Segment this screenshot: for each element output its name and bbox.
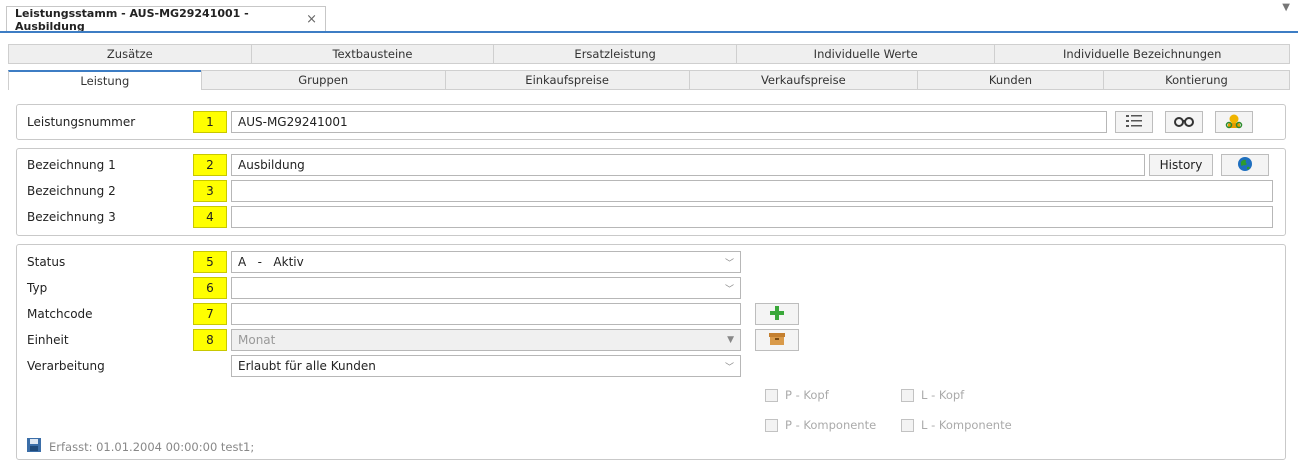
leistungsnummer-label: Leistungsnummer <box>27 115 136 129</box>
einheit-value: Monat <box>238 333 276 347</box>
leistungsnummer-input[interactable]: AUS-MG29241001 <box>231 111 1107 133</box>
tab-kontierung[interactable]: Kontierung <box>1103 70 1291 90</box>
bezeichnung-3-label: Bezeichnung 3 <box>27 210 116 224</box>
group-bezeichnungen: Bezeichnung 1 2 Ausbildung History Bezei… <box>16 148 1286 236</box>
tab-leistung[interactable]: Leistung <box>8 70 201 90</box>
globe-icon <box>1237 156 1253 175</box>
close-icon[interactable]: × <box>306 12 317 27</box>
typ-label: Typ <box>27 281 48 295</box>
document-tab-title: Leistungsstamm - AUS-MG29241001 - Ausbil… <box>15 6 249 33</box>
units-button[interactable] <box>755 329 799 351</box>
field-number-badge: 8 <box>193 329 227 351</box>
field-number-badge: 3 <box>193 180 227 202</box>
status-value: A - Aktiv <box>238 255 304 269</box>
row-bezeichnung-3: Bezeichnung 3 4 <box>17 206 1285 228</box>
checkbox-l-kopf[interactable]: L - Kopf <box>901 388 964 402</box>
tab-individuelle-bezeichnungen[interactable]: Individuelle Bezeichnungen <box>994 44 1291 64</box>
row-bezeichnung-2: Bezeichnung 2 3 <box>17 180 1285 202</box>
row-matchcode: Matchcode 7 <box>17 303 799 325</box>
row-leistungsnummer: Leistungsnummer 1 AUS-MG29241001 <box>17 111 1285 133</box>
save-icon <box>27 438 41 455</box>
bezeichnung-3-input[interactable] <box>231 206 1273 228</box>
matchcode-input[interactable] <box>231 303 741 325</box>
status-label: Status <box>27 255 66 269</box>
typ-select[interactable]: ﹀ <box>231 277 741 299</box>
checkbox-box <box>765 388 778 402</box>
dropdown-triangle-icon: ▼ <box>727 335 734 345</box>
checkbox-p-kopf[interactable]: P - Kopf <box>765 388 829 402</box>
bezeichnung-1-label: Bezeichnung 1 <box>27 158 116 172</box>
matchcode-label: Matchcode <box>27 307 93 321</box>
status-select[interactable]: A - Aktiv ﹀ <box>231 251 741 273</box>
chevron-down-icon: ﹀ <box>724 284 734 295</box>
chevron-down-icon: ﹀ <box>724 362 734 373</box>
search-button[interactable] <box>1165 111 1203 133</box>
tab-verkaufspreise[interactable]: Verkaufspreise <box>688 70 917 90</box>
footer-status: Erfasst: 01.01.2004 00:00:00 test1; <box>27 438 254 455</box>
checkbox-l-komponente-label: L - Komponente <box>921 418 1012 432</box>
checkbox-p-komponente[interactable]: P - Komponente <box>765 418 876 432</box>
translate-button[interactable] <box>1221 154 1269 176</box>
einheit-label: Einheit <box>27 333 69 347</box>
row-typ: Typ 6 ﹀ <box>17 277 741 299</box>
tab-row-bottom: Leistung Gruppen Einkaufspreise Verkaufs… <box>8 70 1291 90</box>
field-number-badge: 2 <box>193 154 227 176</box>
row-status: Status 5 A - Aktiv ﹀ <box>17 251 741 273</box>
checkbox-l-komponente[interactable]: L - Komponente <box>901 418 1012 432</box>
history-button[interactable]: History <box>1149 154 1213 176</box>
verarbeitung-select[interactable]: Erlaubt für alle Kunden ﹀ <box>231 355 741 377</box>
bezeichnung-2-input[interactable] <box>231 180 1273 202</box>
list-button[interactable] <box>1115 111 1153 133</box>
add-button[interactable] <box>755 303 799 325</box>
user-lookup-button[interactable] <box>1215 111 1253 133</box>
field-number-badge: 4 <box>193 206 227 228</box>
document-list-dropdown-icon[interactable]: ▼ <box>1282 2 1290 13</box>
field-number-badge: 6 <box>193 277 227 299</box>
tab-zusaetze[interactable]: Zusätze <box>8 44 251 64</box>
row-verarbeitung: Verarbeitung Erlaubt für alle Kunden ﹀ <box>17 355 741 377</box>
tab-textbausteine[interactable]: Textbausteine <box>250 44 494 64</box>
verarbeitung-label: Verarbeitung <box>27 359 105 373</box>
list-icon <box>1126 114 1142 131</box>
tab-gruppen[interactable]: Gruppen <box>200 70 445 90</box>
tab-individuelle-werte[interactable]: Individuelle Werte <box>735 44 995 64</box>
checkbox-box <box>901 388 914 402</box>
tab-ersatzleistung[interactable]: Ersatzleistung <box>493 44 736 64</box>
field-number-badge: 7 <box>193 303 227 325</box>
field-number-badge: 5 <box>193 251 227 273</box>
binoculars-icon <box>1174 115 1194 130</box>
bezeichnung-1-input[interactable]: Ausbildung <box>231 154 1145 176</box>
verarbeitung-value: Erlaubt für alle Kunden <box>238 359 376 373</box>
checkbox-box <box>765 418 778 432</box>
einheit-select: Monat ▼ <box>231 329 741 351</box>
box-icon <box>769 332 785 349</box>
row-einheit: Einheit 8 Monat ▼ <box>17 329 799 351</box>
person-search-icon <box>1225 113 1243 132</box>
checkbox-box <box>901 418 914 432</box>
document-tab-underline <box>0 31 1298 33</box>
created-info: Erfasst: 01.01.2004 00:00:00 test1; <box>49 439 255 454</box>
document-tab[interactable]: Leistungsstamm - AUS-MG29241001 - Ausbil… <box>6 6 326 33</box>
tab-row-top: Zusätze Textbausteine Ersatzleistung Ind… <box>8 44 1291 64</box>
group-details: Status 5 A - Aktiv ﹀ Typ 6 ﹀ Matchcode 7… <box>16 244 1286 460</box>
plus-icon <box>770 305 784 323</box>
checkbox-l-kopf-label: L - Kopf <box>921 388 965 402</box>
row-bezeichnung-1: Bezeichnung 1 2 Ausbildung History <box>17 154 1285 176</box>
checkbox-p-kopf-label: P - Kopf <box>785 388 829 402</box>
chevron-down-icon: ﹀ <box>724 258 734 269</box>
tab-kunden[interactable]: Kunden <box>917 70 1104 90</box>
group-leistungsnummer: Leistungsnummer 1 AUS-MG29241001 <box>16 104 1286 140</box>
field-number-badge: 1 <box>193 111 227 133</box>
checkbox-p-komponente-label: P - Komponente <box>785 418 877 432</box>
tab-einkaufspreise[interactable]: Einkaufspreise <box>444 70 689 90</box>
bezeichnung-2-label: Bezeichnung 2 <box>27 184 116 198</box>
